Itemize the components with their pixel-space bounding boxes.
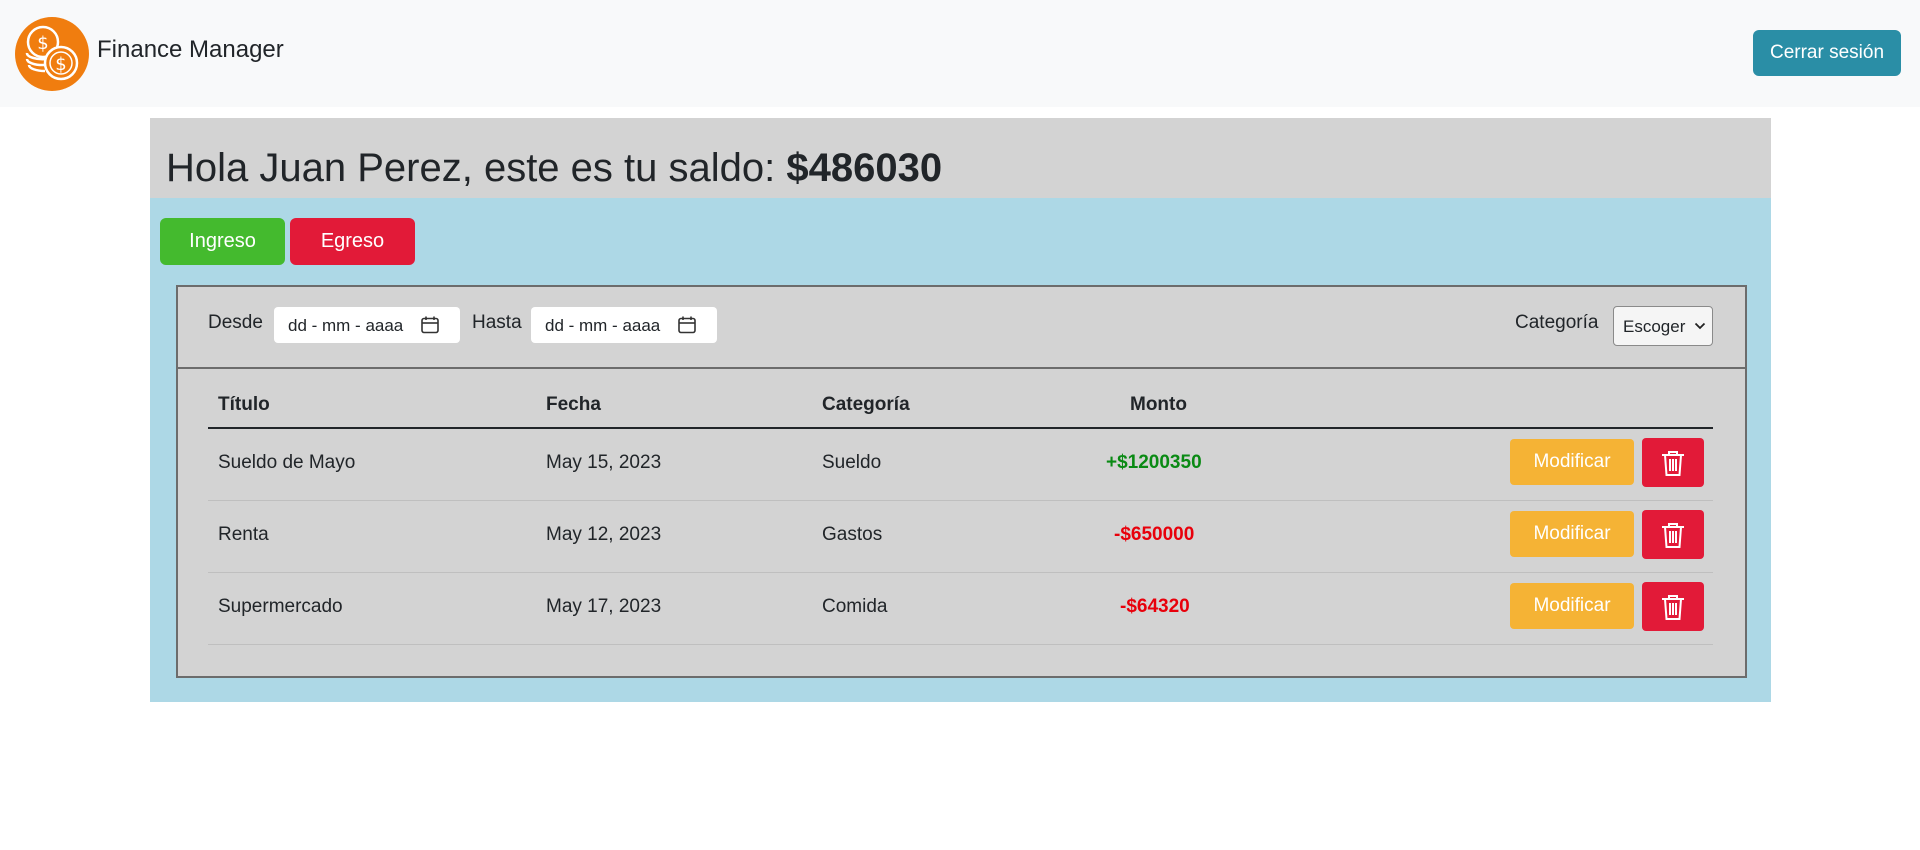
from-date-value: dd - mm - aaaa (288, 316, 404, 335)
from-date-input[interactable]: dd - mm - aaaa (274, 307, 460, 343)
row-date: May 15, 2023 (546, 452, 662, 473)
category-select[interactable]: Escoger (1613, 306, 1713, 346)
svg-text:$: $ (37, 33, 48, 54)
to-label: Hasta (472, 312, 522, 333)
add-income-button[interactable]: Ingreso (160, 218, 285, 265)
greeting-bar: Hola Juan Perez, este es tu saldo: $4860… (150, 118, 1771, 198)
balance-amount: $486030 (786, 146, 943, 190)
balance-card: Hola Juan Perez, este es tu saldo: $4860… (150, 118, 1771, 702)
coins-logo-icon[interactable]: $ $ (15, 17, 89, 91)
logout-button[interactable]: Cerrar sesión (1753, 30, 1901, 76)
delete-button[interactable] (1642, 510, 1704, 559)
chevron-down-icon (1694, 322, 1706, 330)
calendar-icon[interactable] (677, 315, 697, 335)
delete-button[interactable] (1642, 582, 1704, 631)
table-row: Renta May 12, 2023 Gastos -$650000 Modif… (208, 501, 1713, 573)
row-title: Sueldo de Mayo (218, 452, 356, 473)
greeting-heading: Hola Juan Perez, este es tu saldo: $4860… (166, 146, 942, 191)
table-row: Supermercado May 17, 2023 Comida -$64320… (208, 573, 1713, 645)
category-select-value: Escoger (1623, 317, 1686, 336)
table-header: Título Fecha Categoría Monto (208, 367, 1713, 429)
add-expense-button[interactable]: Egreso (290, 218, 415, 265)
column-header-title: Título (218, 394, 270, 415)
row-category: Gastos (822, 524, 883, 545)
modify-button[interactable]: Modificar (1510, 439, 1634, 485)
row-date: May 12, 2023 (546, 524, 662, 545)
trash-icon (1662, 523, 1684, 548)
greeting-text: Hola Juan Perez, este es tu saldo: (166, 146, 787, 190)
modify-button[interactable]: Modificar (1510, 583, 1634, 629)
transactions-panel: Desde dd - mm - aaaa Hasta dd - mm - aaa… (176, 285, 1747, 678)
row-date: May 17, 2023 (546, 596, 662, 617)
column-header-date: Fecha (546, 394, 601, 415)
to-date-value: dd - mm - aaaa (545, 316, 661, 335)
category-label: Categoría (1515, 312, 1599, 333)
from-label: Desde (208, 312, 263, 333)
row-amount: -$64320 (1120, 596, 1190, 617)
delete-button[interactable] (1642, 438, 1704, 487)
modify-button[interactable]: Modificar (1510, 511, 1634, 557)
filter-bar: Desde dd - mm - aaaa Hasta dd - mm - aaa… (178, 287, 1745, 369)
navbar: $ $ Finance Manager Cerrar sesión (0, 0, 1920, 107)
column-header-amount: Monto (1130, 394, 1187, 415)
trash-icon (1662, 595, 1684, 620)
row-title: Supermercado (218, 596, 343, 617)
to-date-input[interactable]: dd - mm - aaaa (531, 307, 717, 343)
trash-icon (1662, 451, 1684, 476)
calendar-icon[interactable] (420, 315, 440, 335)
column-header-category: Categoría (822, 394, 910, 415)
row-category: Comida (822, 596, 888, 617)
row-amount: +$1200350 (1106, 452, 1202, 473)
svg-text:$: $ (55, 54, 66, 75)
row-amount: -$650000 (1114, 524, 1195, 545)
row-title: Renta (218, 524, 269, 545)
table-row: Sueldo de Mayo May 15, 2023 Sueldo +$120… (208, 429, 1713, 501)
row-category: Sueldo (822, 452, 882, 473)
brand-name[interactable]: Finance Manager (97, 36, 284, 64)
